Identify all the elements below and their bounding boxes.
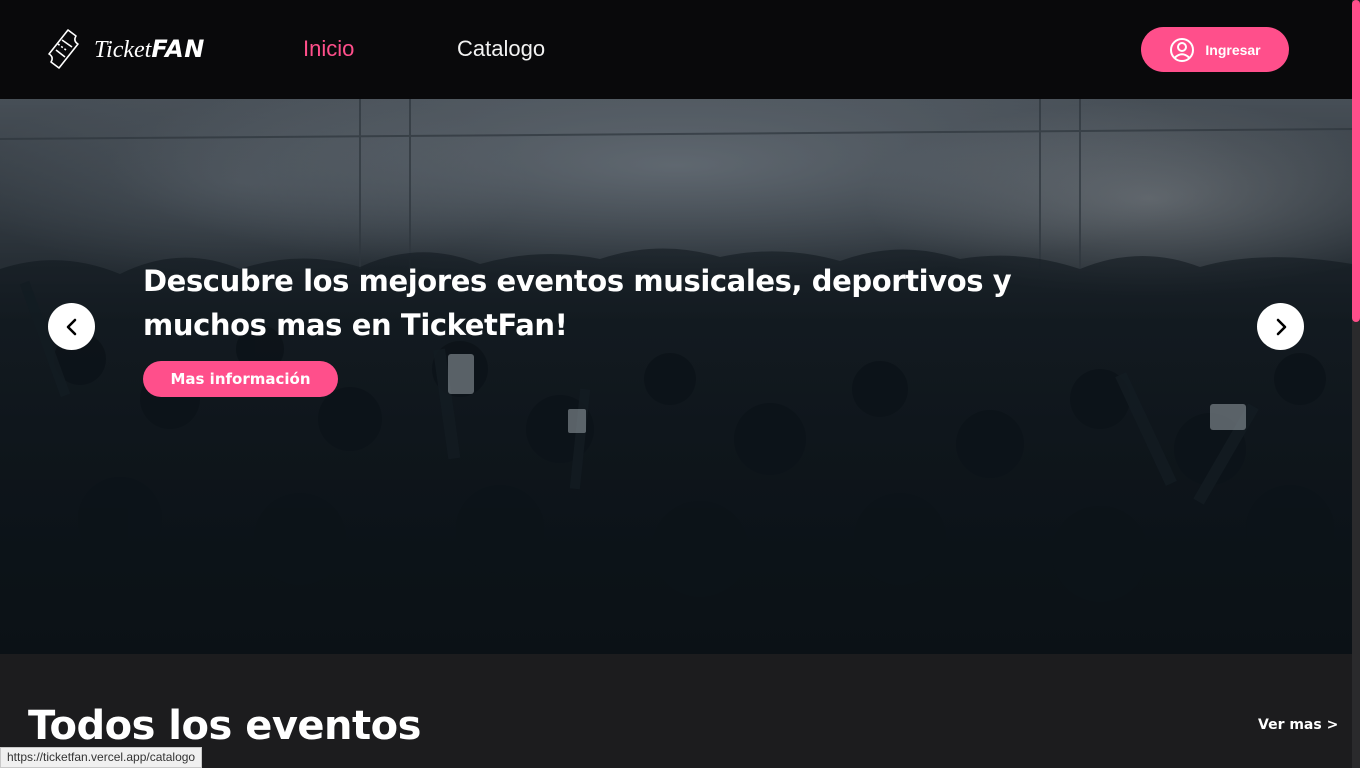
logo-fan-text: FAN xyxy=(151,34,205,63)
user-circle-icon xyxy=(1170,37,1195,62)
nav-link-catalogo[interactable]: Catalogo xyxy=(457,36,545,62)
hero-heading: Descubre los mejores eventos musicales, … xyxy=(143,264,1012,342)
carousel-prev-button[interactable] xyxy=(48,303,95,350)
ticket-icon xyxy=(48,29,79,69)
scrollbar-thumb[interactable] xyxy=(1352,0,1360,322)
nav-link-inicio[interactable]: Inicio xyxy=(303,36,354,62)
carousel-next-button[interactable] xyxy=(1257,303,1304,350)
login-button[interactable]: Ingresar xyxy=(1141,27,1289,72)
top-navbar: Ticket FAN Inicio Catalogo Ingresar xyxy=(0,0,1352,99)
chevron-right-icon xyxy=(1276,318,1286,335)
more-info-button[interactable]: Mas información xyxy=(143,361,338,397)
see-more-link[interactable]: Ver mas > xyxy=(1258,717,1338,733)
login-button-label: Ingresar xyxy=(1205,41,1261,58)
logo-wordmark: Ticket FAN xyxy=(94,35,205,64)
section-title: Todos los eventos xyxy=(28,703,421,749)
chevron-left-icon xyxy=(66,318,76,335)
hero-carousel: Descubre los mejores eventos musicales, … xyxy=(0,99,1352,654)
ticketfan-logo[interactable]: Ticket FAN xyxy=(46,26,205,72)
status-bar-url: https://ticketfan.vercel.app/catalogo xyxy=(0,747,203,768)
logo-ticket-text: Ticket xyxy=(94,36,152,63)
